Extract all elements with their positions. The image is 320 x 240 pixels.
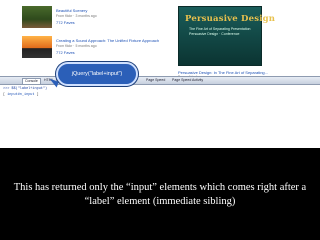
item-faves[interactable]: 772 Faves (56, 20, 75, 25)
slide-caption-text: This has returned only the “input” eleme… (0, 150, 320, 240)
callout-bubble: jQuery("label+input") (56, 62, 138, 86)
slide-title: Persuasive Design (185, 14, 276, 24)
list-item[interactable]: Beautiful Scenery From flickr · 3 months… (22, 6, 172, 32)
tab-page-speed[interactable]: Page Speed (146, 78, 165, 84)
list-item[interactable]: Creating a Sound Approach: The Unified F… (22, 36, 172, 62)
caption-paragraph: This has returned only the “input” eleme… (13, 182, 307, 207)
slide-preview[interactable]: Persuasive Design The Fine Art of Separa… (178, 6, 275, 66)
item-title[interactable]: Creating a Sound Approach: The Unified F… (56, 38, 159, 43)
thumbnail-image[interactable] (22, 36, 52, 58)
slide-subtitle-2: Persuasive Design · Conference (189, 32, 240, 36)
firebug-console[interactable]: >>> $$("label+input") [ input#n_input ] (0, 85, 320, 148)
tab-page-speed-activity[interactable]: Page Speed Activity (172, 78, 203, 84)
result-bracket-close: ] (34, 93, 39, 97)
callout-text: jQuery("label+input") (71, 71, 123, 77)
item-meta: From flickr · 3 months ago (56, 14, 97, 18)
tab-console[interactable]: Console (22, 78, 41, 84)
thumbnail-image[interactable] (22, 6, 52, 28)
item-title[interactable]: Beautiful Scenery (56, 8, 87, 13)
console-command: >>> $$("label+input") (3, 87, 48, 91)
screenshot: Beautiful Scenery From flickr · 3 months… (0, 0, 320, 148)
item-meta: From flickr · 5 months ago (56, 44, 97, 48)
console-result: [ input#n_input ] (3, 93, 39, 97)
slide-subtitle: The Fine Art of Separating Presentation (189, 27, 251, 31)
item-faves[interactable]: 772 Faves (56, 50, 75, 55)
result-element-link[interactable]: input#n_input (7, 93, 34, 97)
